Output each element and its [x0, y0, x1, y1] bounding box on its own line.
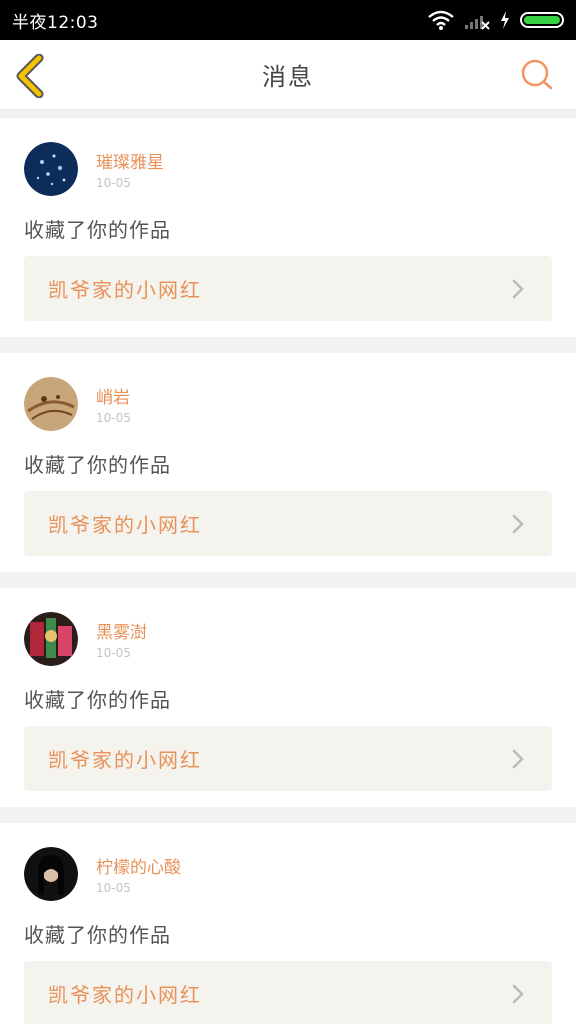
action-text: 收藏了你的作品: [24, 218, 171, 242]
status-time: 半夜12:03: [12, 12, 99, 33]
message-card: 峭岩 10-05 收藏了你的作品 凯爷家的小网红: [0, 353, 576, 572]
work-title: 凯爷家的小网红: [48, 983, 202, 1007]
battery-icon: [520, 12, 564, 28]
message-list: 璀璨雅星 10-05 收藏了你的作品 凯爷家的小网红 峭岩 10-05 收藏了你…: [0, 118, 576, 1024]
username[interactable]: 黑雾澍: [96, 618, 147, 643]
back-button[interactable]: [14, 54, 48, 98]
action-text: 收藏了你的作品: [24, 453, 171, 477]
message-card: 黑雾澍 10-05 收藏了你的作品 凯爷家的小网红: [0, 588, 576, 807]
action-text: 收藏了你的作品: [24, 688, 171, 712]
work-link[interactable]: 凯爷家的小网红: [24, 726, 552, 791]
search-button[interactable]: [520, 58, 554, 92]
work-link[interactable]: 凯爷家的小网红: [24, 961, 552, 1024]
message-card: 柠檬的心酸 10-05 收藏了你的作品 凯爷家的小网红: [0, 823, 576, 1024]
avatar[interactable]: [24, 612, 78, 666]
work-title: 凯爷家的小网红: [48, 748, 202, 772]
message-card: 璀璨雅星 10-05 收藏了你的作品 凯爷家的小网红: [0, 118, 576, 337]
username[interactable]: 璀璨雅星: [96, 148, 164, 173]
username[interactable]: 柠檬的心酸: [96, 853, 181, 878]
wifi-icon: [428, 10, 454, 30]
avatar[interactable]: [24, 377, 78, 431]
chevron-right-icon: [512, 984, 524, 1003]
username[interactable]: 峭岩: [96, 383, 130, 408]
work-link[interactable]: 凯爷家的小网红: [24, 491, 552, 556]
status-bar: 半夜12:03: [0, 0, 576, 40]
message-date: 10-05: [96, 646, 131, 660]
action-text: 收藏了你的作品: [24, 923, 171, 947]
chevron-right-icon: [512, 749, 524, 768]
signal-icon: [465, 16, 490, 30]
page-title: 消息: [262, 63, 314, 91]
chevron-right-icon: [512, 279, 524, 298]
status-icons: [428, 10, 564, 30]
work-title: 凯爷家的小网红: [48, 278, 202, 302]
chevron-right-icon: [512, 514, 524, 533]
message-date: 10-05: [96, 411, 131, 425]
message-date: 10-05: [96, 176, 131, 190]
work-title: 凯爷家的小网红: [48, 513, 202, 537]
avatar[interactable]: [24, 847, 78, 901]
charging-icon: [501, 11, 509, 29]
work-link[interactable]: 凯爷家的小网红: [24, 256, 552, 321]
avatar[interactable]: [24, 142, 78, 196]
header: 消息: [0, 40, 576, 110]
message-date: 10-05: [96, 881, 131, 895]
